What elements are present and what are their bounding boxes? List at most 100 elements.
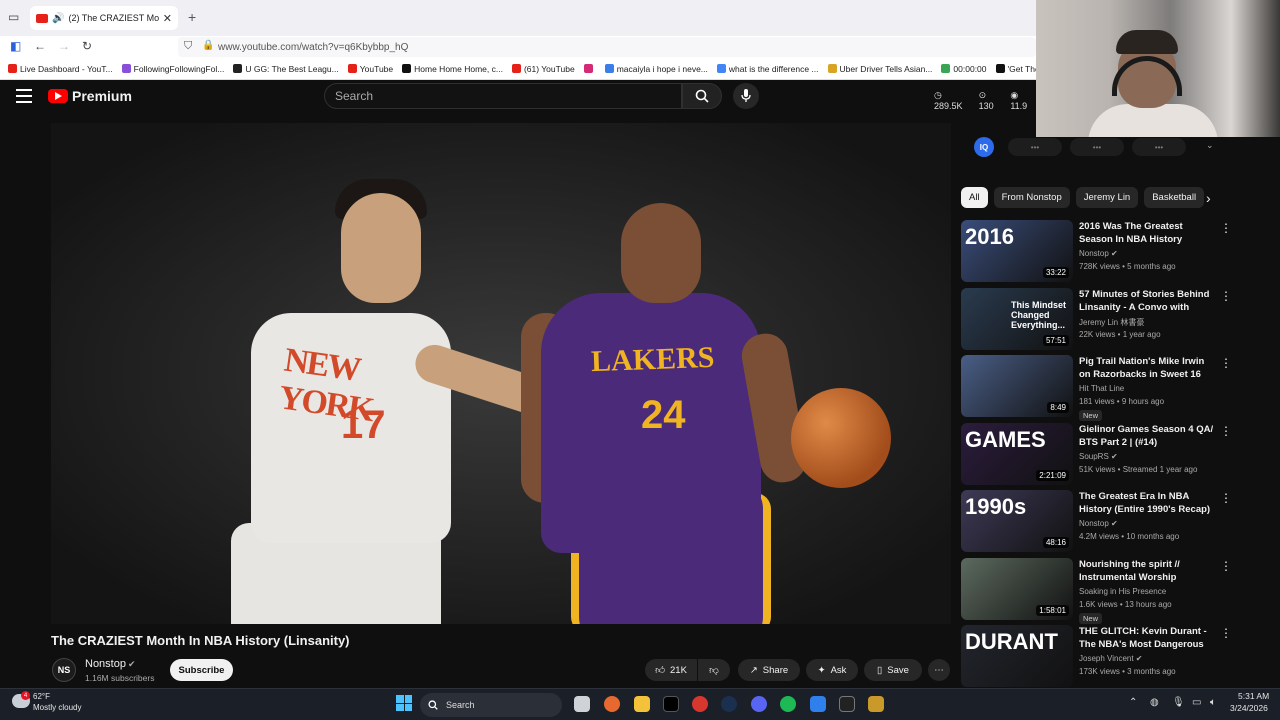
video-thumbnail[interactable]: This Mindset Changed Everything... 57:51: [961, 287, 1073, 350]
recommendation-item[interactable]: 1990s 48:16 The Greatest Era In NBA Histor…: [961, 490, 1232, 554]
recommendation-title[interactable]: The Greatest Era In NBA History (Entire …: [1079, 490, 1217, 516]
recommendation-channel[interactable]: Hit That Line: [1079, 384, 1124, 393]
w-app-icon[interactable]: [868, 696, 884, 712]
share-button[interactable]: ↗ Share: [738, 659, 800, 681]
video-player[interactable]: NEW YORK 17 LAKERS 24: [51, 123, 951, 624]
save-button[interactable]: ▯ Save: [864, 659, 922, 681]
recommendation-title[interactable]: 2016 Was The Greatest Season In NBA Hist…: [1079, 220, 1217, 246]
more-vertical-icon[interactable]: ⋮: [1220, 626, 1232, 640]
voice-search-button[interactable]: [733, 83, 759, 109]
iq-pill-1[interactable]: •••: [1008, 138, 1062, 156]
iq-pill-2[interactable]: •••: [1070, 138, 1124, 156]
lock-icon[interactable]: 🔒: [202, 40, 214, 51]
youtube-logo[interactable]: Premium: [48, 88, 132, 104]
more-vertical-icon[interactable]: ⋮: [1220, 424, 1232, 438]
video-thumbnail[interactable]: GAMES 2:21:09: [961, 422, 1073, 485]
close-tab-icon[interactable]: ✕: [163, 12, 172, 25]
bookmark-item[interactable]: 00:00:00: [941, 64, 987, 74]
active-tab[interactable]: 🔊 (2) The CRAZIEST Month In ✕: [30, 6, 178, 30]
more-vertical-icon[interactable]: ⋮: [1220, 491, 1232, 505]
firefox-icon[interactable]: [604, 696, 620, 712]
search-input[interactable]: Search: [324, 83, 682, 109]
recommendation-channel[interactable]: Jeremy Lin 林書豪: [1079, 317, 1144, 328]
recommendation-title[interactable]: 57 Minutes of Stories Behind Linsanity -…: [1079, 288, 1217, 314]
video-thumbnail[interactable]: DURANT: [961, 625, 1073, 687]
more-vertical-icon[interactable]: ⋮: [1220, 356, 1232, 370]
iq-badge[interactable]: IQ: [974, 137, 994, 157]
bookmark-item[interactable]: 'Get The F--- Out Of M: [995, 64, 1036, 74]
recommendation-channel[interactable]: Nonstop ✔: [1079, 249, 1118, 258]
forward-icon[interactable]: →: [58, 39, 70, 53]
more-vertical-icon[interactable]: ⋮: [1220, 289, 1232, 303]
chrome-icon[interactable]: [692, 696, 708, 712]
sidebar-toggle-icon[interactable]: ◧: [10, 39, 21, 53]
back-icon[interactable]: ←: [34, 39, 46, 53]
x-app-icon[interactable]: [663, 696, 679, 712]
video-thumbnail[interactable]: 2016 33:22: [961, 220, 1073, 282]
clock-date[interactable]: 3/24/2026: [1230, 703, 1268, 713]
recommendation-channel[interactable]: Nonstop ✔: [1079, 519, 1118, 528]
notion-icon[interactable]: [839, 696, 855, 712]
bookmark-item[interactable]: what is the difference ...: [716, 64, 819, 74]
filter-chip[interactable]: Jeremy Lin: [1075, 187, 1139, 208]
bookmark-item[interactable]: YouTube: [347, 64, 393, 74]
recommendation-item[interactable]: GAMES 2:21:09 Gielinor Games Season 4 QA/ …: [961, 422, 1232, 487]
recommendation-channel[interactable]: Soaking in His Presence: [1079, 587, 1166, 596]
recommendation-title[interactable]: Gielinor Games Season 4 QA/ BTS Part 2 |…: [1079, 423, 1217, 449]
recommendation-channel[interactable]: Joseph Vincent ✔: [1079, 654, 1143, 663]
bookmark-item[interactable]: macaiyla i hope i neve...: [604, 64, 708, 74]
recommendation-item[interactable]: 8:49 Pig Trail Nation's Mike Irwin on Raz…: [961, 355, 1232, 421]
video-thumbnail[interactable]: 8:49: [961, 355, 1073, 417]
subscribe-button[interactable]: Subscribe: [170, 659, 233, 681]
clock-time[interactable]: 5:31 AM: [1238, 691, 1269, 701]
recommendation-item[interactable]: DURANT THE GLITCH: Kevin Durant - The NBA…: [961, 625, 1232, 689]
filter-chip[interactable]: Basketball: [1144, 187, 1205, 208]
channel-name[interactable]: Nonstop: [85, 658, 126, 670]
microphone-tray-icon[interactable]: 🎙︎: [1172, 697, 1185, 708]
like-button[interactable]: 👍︎ 21K: [645, 659, 697, 681]
more-actions-button[interactable]: ⋯: [928, 659, 950, 681]
file-explorer-icon[interactable]: [634, 696, 650, 712]
chevron-right-icon[interactable]: ›: [1206, 190, 1211, 206]
recommendation-item[interactable]: This Mindset Changed Everything... 57:51 5…: [961, 287, 1232, 352]
task-view-icon[interactable]: [574, 696, 590, 712]
bookmark-item[interactable]: Live Dashboard - YouT...: [8, 64, 113, 74]
menu-icon[interactable]: [16, 89, 32, 103]
bookmark-item[interactable]: U GG: The Best Leagu...: [233, 64, 339, 74]
speaker-icon[interactable]: 🔊: [52, 13, 64, 24]
channel-avatar[interactable]: NS: [52, 658, 76, 682]
iq-pill-3[interactable]: •••: [1132, 138, 1186, 156]
filter-chip[interactable]: From Nonstop: [993, 187, 1070, 208]
bookmark-item[interactable]: (61) YouTube: [511, 64, 575, 74]
shield-icon[interactable]: ⛉: [184, 40, 192, 53]
recommendation-item[interactable]: 2016 33:22 2016 Was The Greatest Season In…: [961, 220, 1232, 284]
recommendation-title[interactable]: Pig Trail Nation's Mike Irwin on Razorba…: [1079, 355, 1217, 381]
volume-icon[interactable]: 🔈︎: [1210, 697, 1216, 708]
more-vertical-icon[interactable]: ⋮: [1220, 221, 1232, 235]
address-bar[interactable]: ⛉ 🔒 www.youtube.com/watch?v=q6Kbybbp_hQ: [178, 37, 1036, 57]
bookmark-item[interactable]: Home Home Home, c...: [402, 64, 503, 74]
filter-chip[interactable]: All: [961, 187, 988, 208]
more-vertical-icon[interactable]: ⋮: [1220, 559, 1232, 573]
reload-icon[interactable]: ↻: [82, 39, 92, 53]
recommendation-channel[interactable]: SoupRS ✔: [1079, 452, 1118, 461]
windows-start-icon[interactable]: [396, 695, 412, 711]
weather-condition[interactable]: Mostly cloudy: [33, 703, 81, 712]
bookmark-item[interactable]: Uber Driver Tells Asian...: [827, 64, 932, 74]
monitor-icon[interactable]: ▭: [1192, 697, 1201, 708]
recommendation-title[interactable]: Nourishing the spirit // Instrumental Wo…: [1079, 558, 1217, 584]
recommendation-title[interactable]: THE GLITCH: Kevin Durant - The NBA's Mos…: [1079, 625, 1217, 651]
discord-icon[interactable]: [751, 696, 767, 712]
video-thumbnail[interactable]: 1990s 48:16: [961, 490, 1073, 552]
spotify-icon[interactable]: [780, 696, 796, 712]
chevron-down-icon[interactable]: ⌄: [1206, 140, 1214, 151]
bookmark-item[interactable]: FollowingFollowingFol...: [121, 64, 224, 74]
taskbar-search[interactable]: Search: [420, 693, 562, 717]
app-blue-icon[interactable]: [810, 696, 826, 712]
video-thumbnail[interactable]: 1:58:01: [961, 557, 1073, 620]
bookmark-item[interactable]: [583, 64, 596, 73]
new-tab-icon[interactable]: +: [188, 9, 196, 25]
tab-overview-icon[interactable]: ▭: [8, 10, 19, 24]
dislike-button[interactable]: 👎︎: [698, 659, 730, 681]
network-icon[interactable]: ◍: [1150, 697, 1159, 708]
